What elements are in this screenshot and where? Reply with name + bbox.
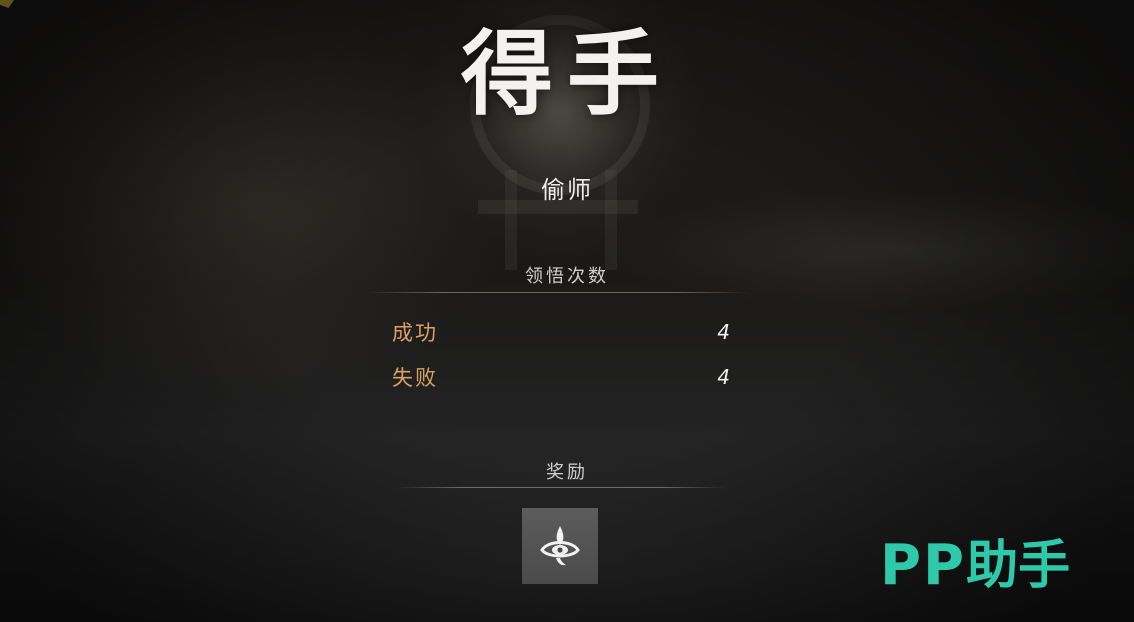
attempts-header: 领悟次数 xyxy=(525,266,609,287)
stat-row-success: 成功 4 xyxy=(392,317,730,347)
stat-label-failure: 失败 xyxy=(392,366,438,390)
stat-label-success: 成功 xyxy=(392,321,438,345)
pp-assistant-watermark: PP 助手 xyxy=(880,538,1070,594)
stat-value-failure: 4 xyxy=(717,365,730,389)
watermark-latin: PP xyxy=(880,533,967,598)
stat-row-failure: 失败 4 xyxy=(392,362,730,392)
corner-glint xyxy=(0,0,14,8)
reward-item-slot[interactable] xyxy=(522,508,598,584)
skill-name: 偷师 xyxy=(541,176,593,204)
insight-emblem-icon xyxy=(540,526,580,566)
result-title: 得手 xyxy=(460,20,673,128)
rewards-header: 奖励 xyxy=(546,462,588,483)
watermark-cjk: 助手 xyxy=(966,536,1071,596)
game-result-screen: 得手 偷师 领悟次数 成功 4 失败 4 奖励 PP 助手 xyxy=(0,0,1134,622)
stat-value-success: 4 xyxy=(717,320,730,344)
rewards-divider xyxy=(396,487,726,488)
attempts-divider xyxy=(368,292,750,293)
